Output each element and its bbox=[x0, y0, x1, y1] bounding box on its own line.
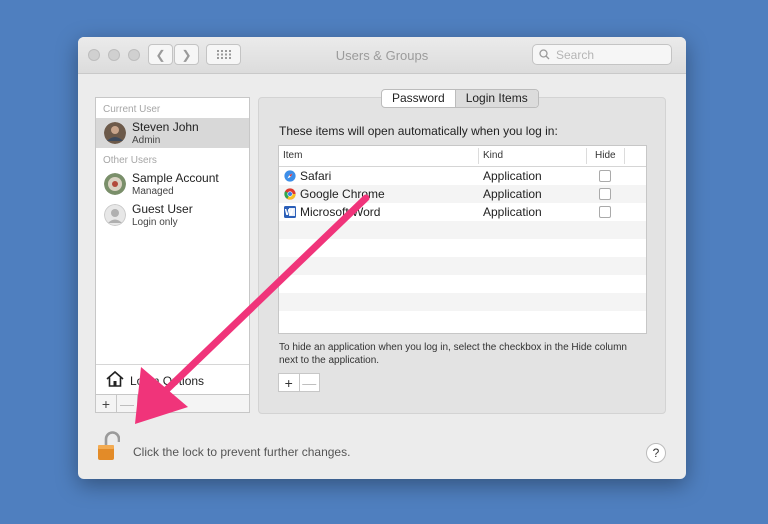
tab-password[interactable]: Password bbox=[382, 90, 455, 107]
search-icon bbox=[539, 49, 550, 60]
lock-hint-text: Click the lock to prevent further change… bbox=[133, 445, 351, 459]
svg-text:W: W bbox=[285, 208, 294, 217]
add-login-item-button[interactable]: + bbox=[279, 374, 299, 391]
empty-row bbox=[279, 257, 646, 275]
login-options-label: Login Options bbox=[130, 374, 205, 388]
hide-hint-text: To hide an application when you log in, … bbox=[279, 342, 627, 366]
lock-icon[interactable] bbox=[96, 430, 120, 462]
item-kind: Application bbox=[483, 205, 542, 219]
empty-row bbox=[279, 221, 646, 239]
title-bar: ❮ ❯ Users & Groups bbox=[78, 37, 686, 74]
empty-row bbox=[279, 275, 646, 293]
help-button[interactable]: ? bbox=[646, 443, 666, 463]
hide-checkbox[interactable] bbox=[599, 188, 611, 200]
current-user-header: Current User bbox=[103, 104, 161, 115]
item-kind: Application bbox=[483, 187, 542, 201]
table-row[interactable]: Google Chrome Application bbox=[279, 185, 646, 203]
item-kind: Application bbox=[483, 169, 542, 183]
word-icon: W bbox=[284, 206, 296, 218]
table-row[interactable]: Safari Application bbox=[279, 167, 646, 185]
table-row[interactable]: W Microsoft Word Application bbox=[279, 203, 646, 221]
guest-avatar-icon bbox=[104, 204, 126, 226]
house-icon bbox=[106, 370, 124, 387]
column-header-item[interactable]: Item bbox=[283, 150, 302, 161]
user-avatar-icon bbox=[104, 173, 126, 195]
user-role: Admin bbox=[132, 135, 161, 146]
search-input[interactable] bbox=[554, 46, 668, 63]
add-user-button[interactable]: + bbox=[96, 395, 117, 412]
user-item-sample-account[interactable]: Sample Account Managed bbox=[96, 169, 249, 199]
login-items-add-remove-bar: + — bbox=[278, 373, 320, 392]
empty-row bbox=[279, 239, 646, 257]
remove-login-item-button[interactable]: — bbox=[298, 374, 320, 391]
login-items-table: Item Kind Hide Safari Application Google… bbox=[278, 145, 647, 334]
empty-row bbox=[279, 293, 646, 311]
tab-login-items[interactable]: Login Items bbox=[454, 90, 538, 107]
login-items-intro: These items will open automatically when… bbox=[279, 124, 558, 138]
users-groups-window: ❮ ❯ Users & Groups Current User bbox=[78, 37, 686, 479]
user-role: Managed bbox=[132, 186, 174, 197]
chrome-icon bbox=[284, 188, 296, 200]
user-name: Guest User bbox=[132, 202, 193, 216]
hide-checkbox[interactable] bbox=[599, 206, 611, 218]
empty-row bbox=[279, 311, 646, 329]
user-avatar-icon bbox=[104, 122, 126, 144]
user-item-guest-user[interactable]: Guest User Login only bbox=[96, 200, 249, 230]
user-name: Sample Account bbox=[132, 171, 219, 185]
table-header: Item Kind Hide bbox=[279, 146, 646, 167]
column-header-kind[interactable]: Kind bbox=[483, 150, 503, 161]
column-header-hide[interactable]: Hide bbox=[595, 150, 616, 161]
safari-icon bbox=[284, 170, 296, 182]
remove-user-button[interactable]: — bbox=[117, 395, 138, 412]
user-list: Current User Steven John Admin Other Use… bbox=[95, 97, 250, 411]
tab-bar: Password Login Items bbox=[381, 89, 539, 108]
item-name: Microsoft Word bbox=[300, 205, 381, 219]
user-role: Login only bbox=[132, 217, 178, 228]
search-field[interactable] bbox=[532, 44, 672, 65]
item-name: Safari bbox=[300, 169, 332, 183]
user-add-remove-bar: + — bbox=[95, 394, 250, 413]
other-users-header: Other Users bbox=[103, 155, 157, 166]
user-item-steven-john[interactable]: Steven John Admin bbox=[96, 118, 249, 148]
hide-checkbox[interactable] bbox=[599, 170, 611, 182]
item-name: Google Chrome bbox=[300, 187, 385, 201]
login-options-item[interactable]: Login Options bbox=[96, 364, 249, 395]
user-name: Steven John bbox=[132, 120, 199, 134]
